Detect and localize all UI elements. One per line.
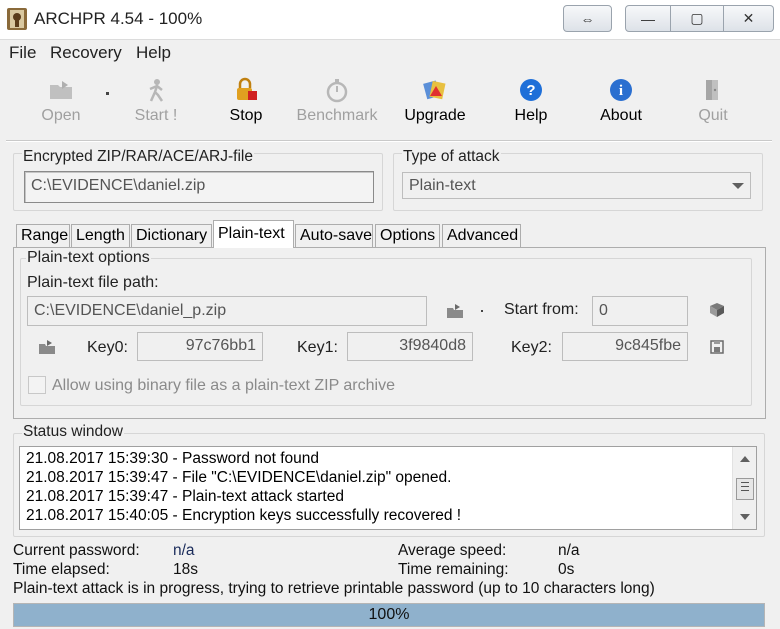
browse-open-icon[interactable]	[446, 302, 464, 320]
progress-bar: 100%	[13, 603, 765, 627]
tab-advanced[interactable]: Advanced	[442, 224, 521, 247]
toolbar-divider	[6, 140, 772, 142]
tab-plain-text[interactable]: Plain-text	[213, 220, 294, 248]
binary-plaintext-label: Allow using binary file as a plain-text …	[52, 377, 395, 394]
status-line: 21.08.2017 15:40:05 - Encryption keys su…	[26, 507, 462, 524]
scroll-thumb[interactable]	[736, 478, 754, 500]
plain-text-panel: Plain-text options Plain-text file path:…	[13, 247, 766, 419]
status-line: 21.08.2017 15:39:47 - Plain-text attack …	[26, 488, 344, 505]
key-open-icon[interactable]	[38, 338, 56, 356]
open-folder-icon	[50, 81, 72, 99]
time-elapsed-value: 18s	[173, 561, 198, 578]
stop-button[interactable]: Stop	[225, 72, 267, 134]
key1-label: Key1:	[297, 339, 338, 356]
tab-auto-save[interactable]: Auto-save	[295, 224, 373, 247]
minimize-icon: —	[641, 10, 655, 27]
key2-label: Key2:	[511, 339, 552, 356]
menu-file[interactable]: File	[9, 43, 36, 63]
open-label: Open	[41, 107, 81, 124]
about-label: About	[600, 107, 642, 124]
swap-icon: ⇔	[580, 10, 595, 27]
swap-window-button[interactable]: ⇔	[563, 5, 612, 32]
tab-range[interactable]: Range	[16, 224, 70, 247]
time-remaining-value: 0s	[558, 561, 575, 578]
maximize-icon: ▢	[690, 10, 704, 26]
window-title: ARCHPR 4.54 - 100%	[34, 9, 203, 28]
archpr-app-icon	[7, 8, 27, 30]
upgrade-label: Upgrade	[404, 107, 466, 124]
encrypted-file-label: Encrypted ZIP/RAR/ACE/ARJ-file	[22, 148, 254, 166]
attack-type-select[interactable]: Plain-text	[402, 172, 751, 199]
close-icon: ✕	[742, 10, 755, 26]
time-remaining-label: Time remaining:	[398, 561, 509, 578]
help-icon: ?	[520, 79, 542, 101]
quit-button[interactable]: Quit	[694, 72, 732, 134]
current-password-label: Current password:	[13, 542, 140, 559]
time-elapsed-label: Time elapsed:	[13, 561, 110, 578]
menu-help[interactable]: Help	[136, 43, 171, 63]
average-speed-value: n/a	[558, 542, 580, 559]
scroll-down-icon[interactable]	[740, 514, 750, 520]
help-label: Help	[514, 107, 548, 124]
minimize-button[interactable]: —	[625, 5, 671, 32]
close-button[interactable]: ✕	[724, 5, 774, 32]
exit-door-icon	[706, 80, 718, 100]
benchmark-label: Benchmark	[296, 107, 378, 124]
plain-text-path-field[interactable]: C:\EVIDENCE\daniel_p.zip	[27, 296, 427, 326]
key1-field[interactable]: 3f9840d8	[347, 332, 473, 361]
tab-dictionary[interactable]: Dictionary	[131, 224, 212, 247]
help-button[interactable]: ? Help	[512, 72, 550, 134]
progress-text: 100%	[368, 606, 410, 623]
stopwatch-icon	[326, 79, 348, 103]
open-button[interactable]: Open	[36, 72, 86, 134]
info-icon: i	[610, 79, 632, 101]
upgrade-icon	[423, 80, 446, 100]
stop-lock-icon	[237, 77, 257, 100]
start-button[interactable]: Start !	[129, 72, 183, 134]
binary-plaintext-checkbox[interactable]	[28, 376, 46, 394]
key2-field[interactable]: 9c845fbe	[562, 332, 688, 361]
about-button[interactable]: i About	[598, 72, 644, 134]
key0-field[interactable]: 97c76bb1	[137, 332, 263, 361]
menu-recovery[interactable]: Recovery	[50, 43, 122, 63]
start-from-field[interactable]: 0	[592, 296, 688, 326]
scroll-up-icon[interactable]	[740, 456, 750, 462]
lock-settings-icon[interactable]	[708, 301, 726, 319]
status-log[interactable]: 21.08.2017 15:39:30 - Password not found…	[19, 446, 757, 530]
svg-text:i: i	[619, 83, 623, 99]
encrypted-file-field[interactable]: C:\EVIDENCE\daniel.zip	[24, 171, 374, 203]
path-separator	[481, 310, 483, 312]
start-from-label: Start from:	[504, 301, 579, 318]
attack-type-label: Type of attack	[402, 148, 501, 166]
start-figure-icon	[149, 79, 164, 102]
plain-text-path-label: Plain-text file path:	[27, 274, 159, 291]
svg-text:?: ?	[526, 82, 535, 99]
attack-message: Plain-text attack is in progress, trying…	[13, 580, 655, 597]
average-speed-label: Average speed:	[398, 542, 507, 559]
upgrade-button[interactable]: Upgrade	[402, 72, 468, 134]
toolbar: Open Start ! Stop Benchmark Upgrade ? He…	[0, 65, 780, 142]
key0-label: Key0:	[87, 339, 128, 356]
tab-options[interactable]: Options	[375, 224, 440, 247]
benchmark-button[interactable]: Benchmark	[295, 72, 379, 134]
save-keys-icon[interactable]	[708, 338, 726, 356]
status-line: 21.08.2017 15:39:47 - File "C:\EVIDENCE\…	[26, 469, 452, 486]
plain-text-options-title: Plain-text options	[26, 249, 151, 267]
start-label: Start !	[134, 107, 178, 124]
chevron-down-icon	[732, 183, 744, 189]
stop-label: Stop	[229, 107, 263, 124]
quit-label: Quit	[698, 107, 728, 124]
current-password-value: n/a	[173, 542, 195, 559]
toolbar-separator	[106, 92, 109, 95]
tab-length[interactable]: Length	[71, 224, 130, 247]
menu-bar: File Recovery Help	[0, 41, 780, 65]
title-bar[interactable]: ARCHPR 4.54 - 100% ⇔ — ▢ ✕	[0, 0, 780, 40]
status-scrollbar[interactable]	[732, 447, 756, 529]
status-window-title: Status window	[22, 423, 124, 441]
attack-type-value: Plain-text	[409, 177, 476, 194]
maximize-button[interactable]: ▢	[671, 5, 724, 32]
status-line: 21.08.2017 15:39:30 - Password not found	[26, 450, 319, 467]
